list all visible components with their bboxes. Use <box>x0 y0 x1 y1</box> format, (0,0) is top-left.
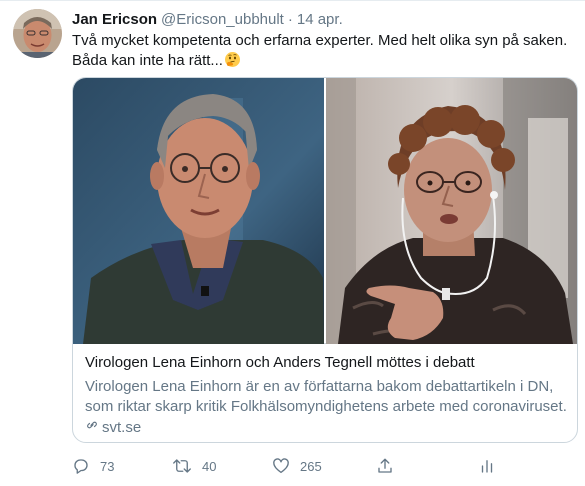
avatar[interactable] <box>13 9 62 58</box>
card-image[interactable] <box>73 78 577 344</box>
separator-dot: · <box>287 11 293 28</box>
reply-icon <box>72 457 90 475</box>
analytics-icon <box>478 457 496 475</box>
tweet[interactable]: Jan Ericson @Ericson_ubbhult · 14 apr. T… <box>0 0 585 486</box>
card-text: Virologen Lena Einhorn och Anders Tegnel… <box>85 353 569 438</box>
link-icon <box>85 418 99 438</box>
card-title: Virologen Lena Einhorn och Anders Tegnel… <box>85 354 475 371</box>
tweet-text-container: Två mycket kompetenta och erfarna expert… <box>72 31 577 73</box>
like-count: 265 <box>300 458 322 474</box>
share-icon <box>376 457 394 475</box>
reply-button[interactable]: 73 <box>72 455 114 477</box>
like-button[interactable]: 265 <box>272 455 322 477</box>
thinking-face-emoji <box>224 51 241 74</box>
retweet-icon <box>172 457 192 475</box>
domain-label: svt.se <box>102 419 142 436</box>
heart-icon <box>272 457 290 475</box>
card-description: Virologen Lena Einhorn är en av författa… <box>85 378 567 415</box>
card-domain: svt.se <box>85 418 569 438</box>
divider <box>0 0 585 1</box>
share-button[interactable] <box>376 455 394 477</box>
tweet-text: Två mycket kompetenta och erfarna expert… <box>72 32 568 69</box>
link-card[interactable]: Virologen Lena Einhorn och Anders Tegnel… <box>72 77 578 443</box>
reply-count: 73 <box>100 458 115 474</box>
retweet-button[interactable]: 40 <box>172 455 216 477</box>
user-handle[interactable]: @Ericson_ubbhult <box>161 10 284 29</box>
timestamp[interactable]: 14 apr. <box>297 10 343 29</box>
tweet-header: Jan Ericson @Ericson_ubbhult · 14 apr. <box>72 10 343 29</box>
retweet-count: 40 <box>202 458 217 474</box>
tweet-actions: 73 40 265 <box>72 455 502 477</box>
analytics-button[interactable] <box>478 455 496 477</box>
display-name[interactable]: Jan Ericson <box>72 10 157 29</box>
